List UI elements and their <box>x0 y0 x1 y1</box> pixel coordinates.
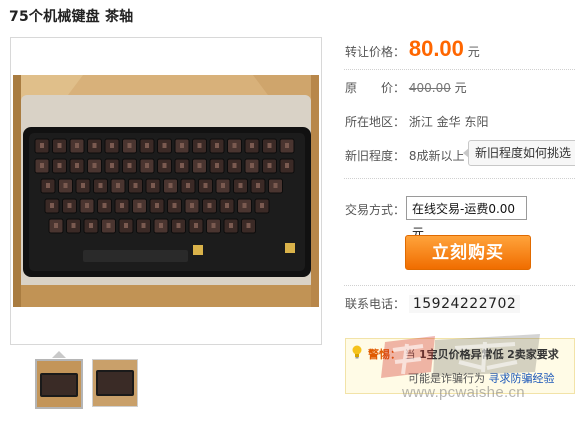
thumb-arrow <box>52 351 66 358</box>
original-price-unit: 元 <box>454 81 467 95</box>
transfer-price-value: 80.00 <box>408 36 464 61</box>
location-value: 浙江 金华 东阳 <box>408 115 489 129</box>
keyboard-photo <box>13 75 319 307</box>
phone-value: 15924222702 <box>408 295 521 313</box>
price-unit: 元 <box>467 45 480 59</box>
condition-value: 8成新以上 <box>408 149 465 163</box>
original-price-value: 400.00 <box>408 81 451 95</box>
trade-option[interactable]: 在线交易-运费0.00元 <box>406 196 527 240</box>
transfer-price-label: 转让价格： <box>345 45 406 59</box>
watermark-logo <box>381 334 540 378</box>
phone-row: 联系电话： 15924222702 <box>345 295 521 313</box>
buy-now-button[interactable]: 立刻购买 <box>405 235 531 270</box>
original-price-label: 原 价： <box>345 81 406 95</box>
location-label: 所在地区： <box>345 115 406 129</box>
main-photo-frame[interactable] <box>10 37 322 345</box>
divider <box>344 285 575 286</box>
product-title: 75个机械键盘 茶轴 <box>9 9 134 25</box>
divider <box>344 178 575 179</box>
divider <box>344 69 575 70</box>
trade-row: 交易方式： <box>345 201 405 218</box>
trade-label: 交易方式： <box>345 203 406 217</box>
condition-tip[interactable]: 新旧程度如何挑选 <box>463 140 575 166</box>
condition-label: 新旧程度： <box>345 149 406 163</box>
thumbnail-1[interactable] <box>35 359 83 409</box>
condition-row: 新旧程度： 8成新以上 <box>345 147 464 164</box>
phone-label: 联系电话： <box>345 297 406 311</box>
bulb-icon <box>352 345 362 359</box>
location-row: 所在地区： 浙江 金华 东阳 <box>345 113 488 130</box>
watermark-url: www.pcwaishe.cn <box>402 384 525 401</box>
thumbnail-2[interactable] <box>92 359 138 407</box>
price-row: 转让价格： 80.00 元 <box>345 36 480 62</box>
original-price-row: 原 价： 400.00 元 <box>345 79 467 96</box>
